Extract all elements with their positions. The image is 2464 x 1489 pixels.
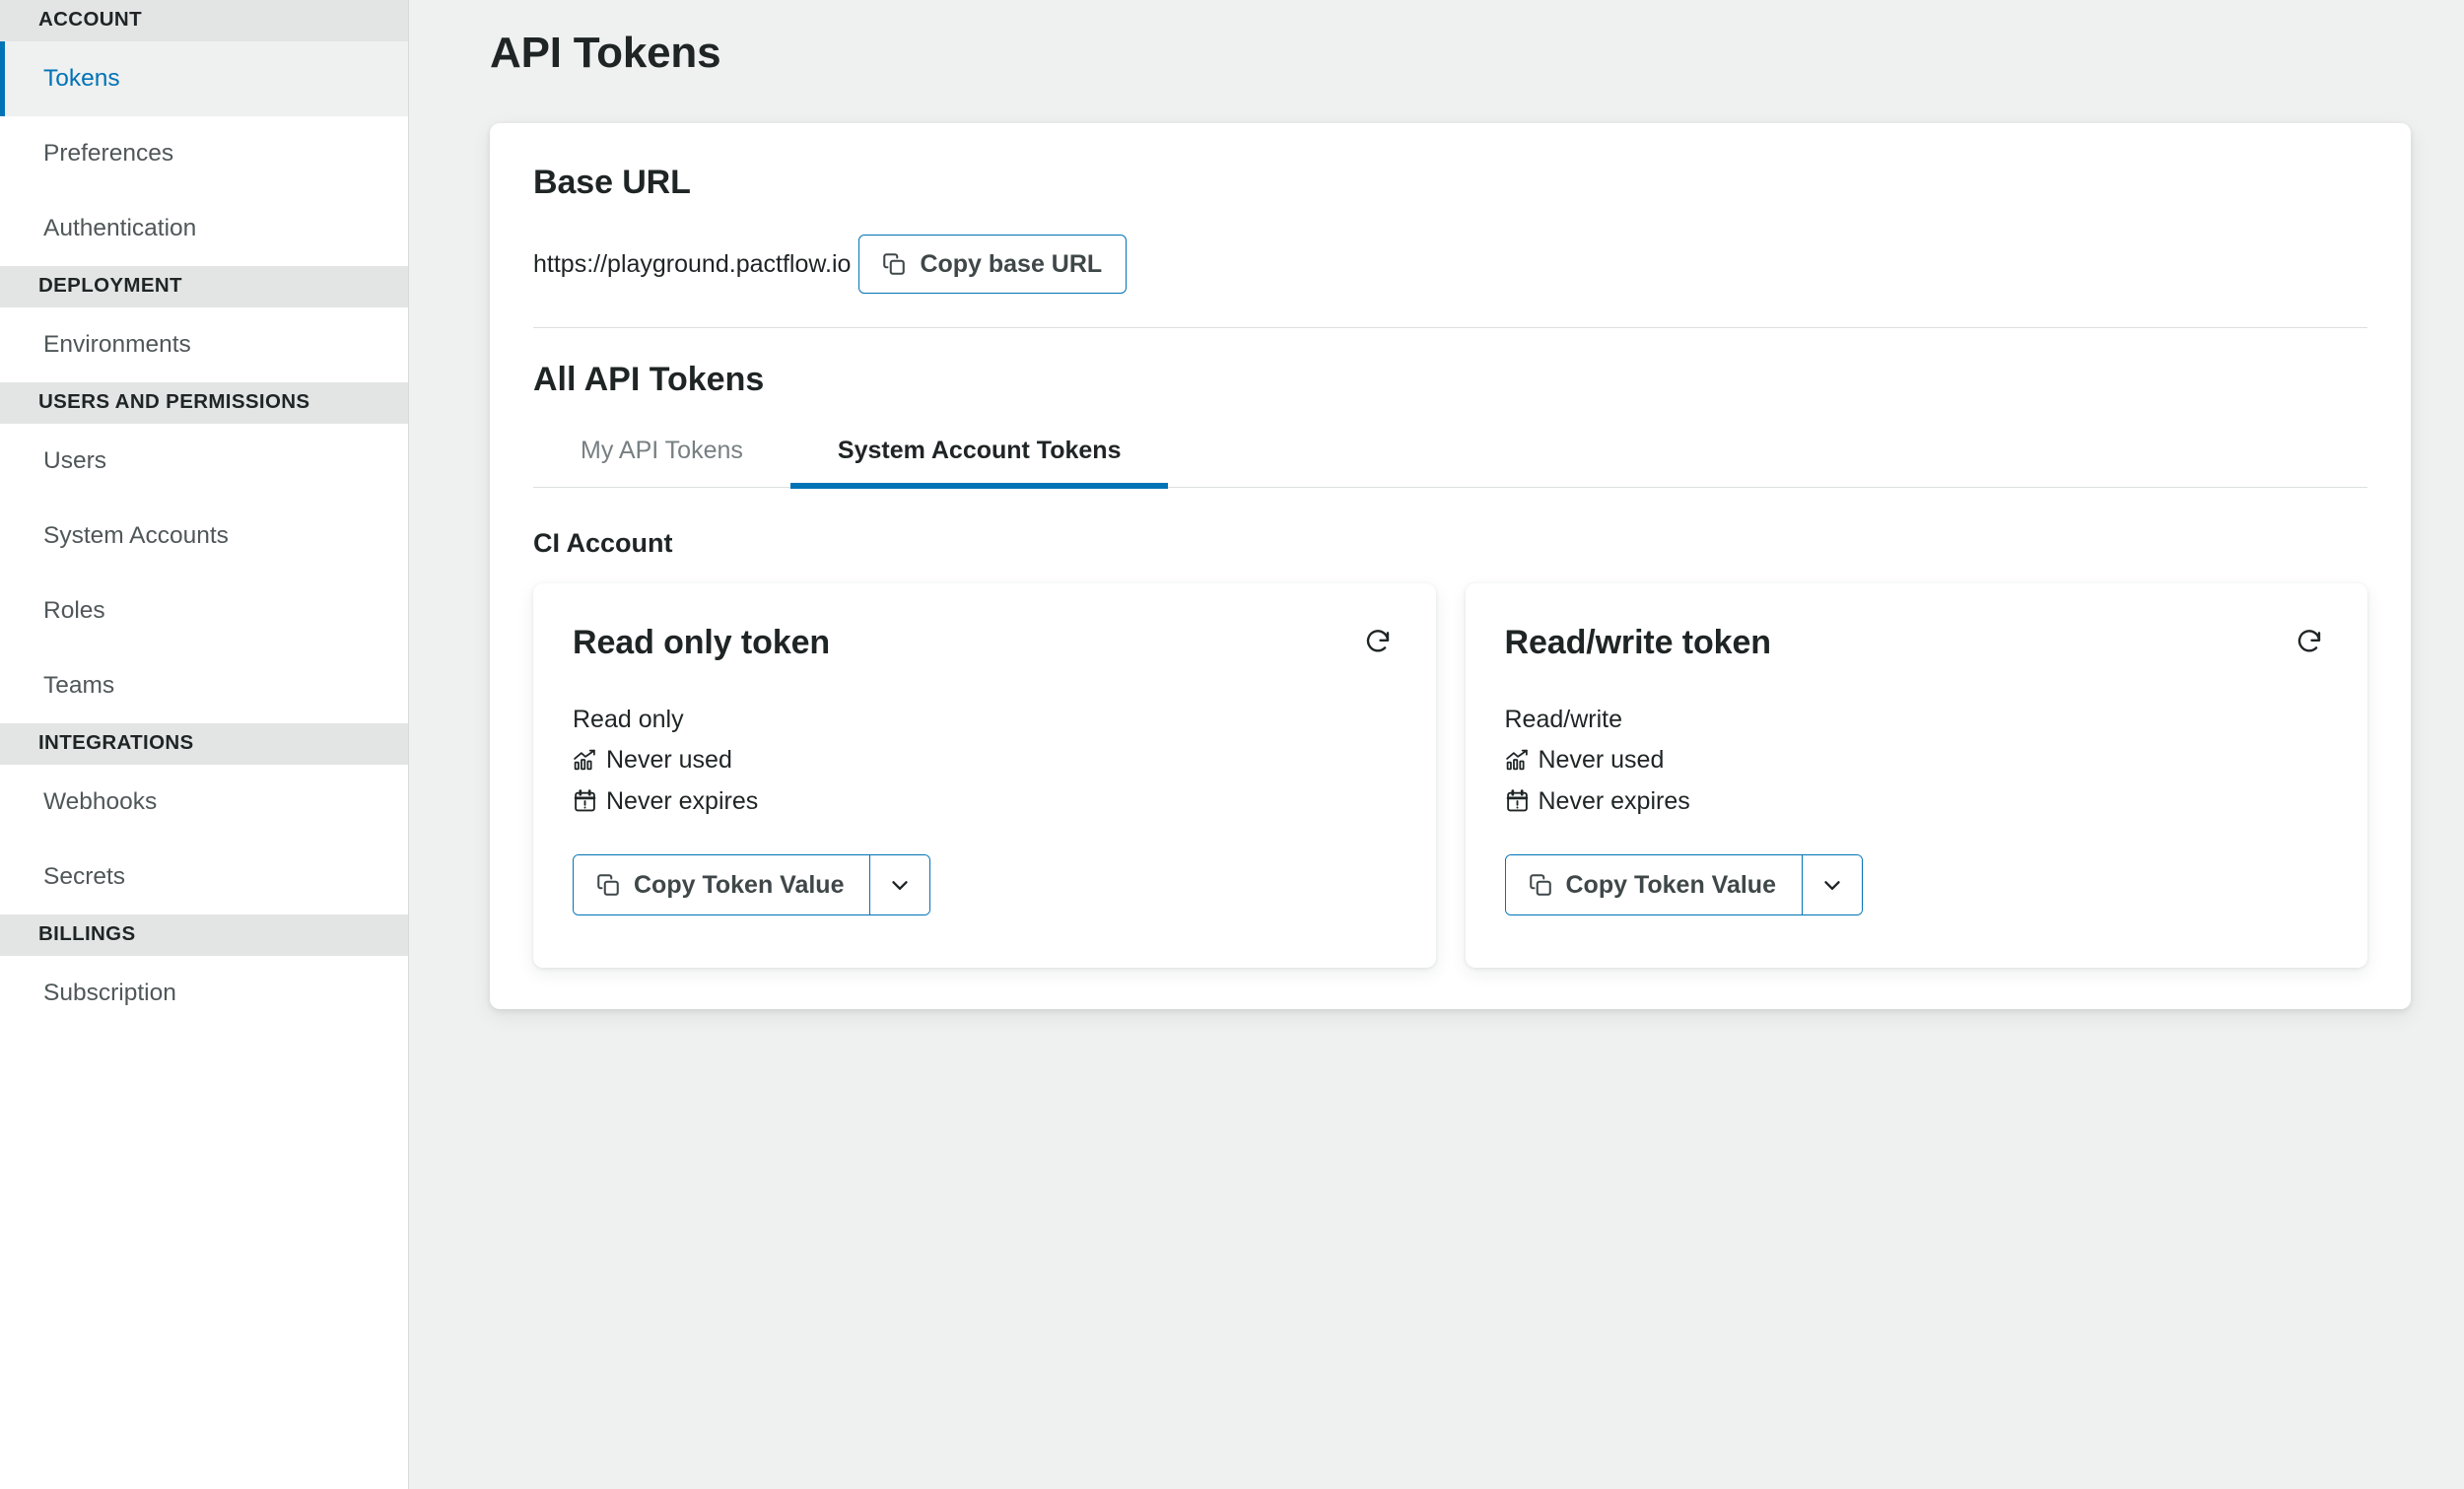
token-title: Read/write token [1504, 623, 1772, 661]
chevron-down-icon [887, 872, 913, 898]
regenerate-token-button[interactable] [1359, 623, 1397, 660]
token-usage-line: Never used [573, 745, 1397, 776]
token-permission-line: Read/write [1505, 705, 2329, 735]
tab-label: System Account Tokens [837, 436, 1122, 464]
token-expiry-line: Never expires [573, 786, 1397, 817]
token-usage: Never used [606, 746, 732, 775]
sidebar-item-authentication[interactable]: Authentication [0, 191, 408, 266]
all-api-tokens-heading: All API Tokens [533, 361, 765, 399]
regenerate-token-button[interactable] [2291, 623, 2328, 660]
copy-icon [595, 872, 621, 898]
base-url-row: https://playground.pactflow.io Copy base… [533, 234, 2367, 294]
sidebar-section-header-integrations: INTEGRATIONS [0, 723, 408, 765]
copy-token-split-button: Copy Token Value [1504, 854, 1863, 916]
token-expiry-line: Never expires [1505, 786, 2329, 817]
sidebar-item-label: System Accounts [43, 522, 229, 549]
sidebar-item-webhooks[interactable]: Webhooks [0, 765, 408, 840]
token-card-header: Read/write token [1505, 623, 2329, 663]
sidebar-item-users[interactable]: Users [0, 424, 408, 499]
sidebar-item-label: Preferences [43, 140, 174, 167]
calendar-alert-icon [1505, 788, 1530, 813]
copy-icon [881, 251, 907, 277]
section-divider [533, 326, 2367, 329]
token-permission: Read only [573, 705, 684, 733]
sidebar-item-label: Roles [43, 597, 105, 624]
refresh-icon [2294, 627, 2324, 656]
token-usage: Never used [1538, 746, 1665, 775]
token-permission-line: Read only [573, 705, 1397, 735]
tokens-panel: Base URL https://playground.pactflow.io … [490, 122, 2411, 1009]
refresh-icon [1363, 627, 1393, 656]
token-usage-line: Never used [1505, 745, 2329, 776]
sidebar-item-label: Authentication [43, 215, 197, 241]
sidebar-item-teams[interactable]: Teams [0, 648, 408, 723]
main-content: API Tokens Base URL https://playground.p… [409, 0, 2464, 1489]
sidebar-item-label: Teams [43, 672, 115, 699]
copy-base-url-button[interactable]: Copy base URL [858, 234, 1128, 294]
sidebar-item-preferences[interactable]: Preferences [0, 116, 408, 191]
copy-token-value-label: Copy Token Value [1565, 871, 1776, 900]
chevron-down-icon [1819, 872, 1845, 898]
token-meta: Read/write Never used Never expires [1505, 705, 2329, 817]
token-card: Read/write token Read/write Never used N… [1465, 582, 2367, 968]
sidebar-item-label: Tokens [43, 65, 120, 92]
token-tabs: My API Tokens System Account Tokens [533, 426, 2367, 489]
token-title: Read only token [573, 623, 831, 661]
sidebar-section-header-billings: BILLINGS [0, 914, 408, 956]
sidebar-section-header-account: ACCOUNT [0, 0, 408, 41]
sidebar-section-header-users-and-permissions: USERS AND PERMISSIONS [0, 382, 408, 424]
base-url-value: https://playground.pactflow.io [533, 249, 852, 278]
sidebar-item-label: Environments [43, 331, 191, 358]
sidebar-item-label: Users [43, 447, 106, 474]
copy-icon [1528, 872, 1553, 898]
token-expiry: Never expires [1538, 786, 1690, 815]
token-meta: Read only Never used Never expires [573, 705, 1397, 817]
sidebar-section-header-deployment: DEPLOYMENT [0, 266, 408, 307]
copy-token-value-button[interactable]: Copy Token Value [574, 855, 871, 915]
sidebar-item-system-accounts[interactable]: System Accounts [0, 499, 408, 574]
tab-label: My API Tokens [581, 436, 743, 464]
account-name: CI Account [533, 528, 673, 559]
analytics-chart-icon [1505, 748, 1530, 773]
sidebar-item-roles[interactable]: Roles [0, 574, 408, 648]
sidebar-item-label: Subscription [43, 980, 176, 1006]
token-card-header: Read only token [573, 623, 1397, 663]
sidebar-item-label: Webhooks [43, 788, 158, 815]
base-url-heading: Base URL [533, 163, 691, 201]
tab-my-api-tokens[interactable]: My API Tokens [533, 426, 790, 489]
copy-token-split-button: Copy Token Value [573, 854, 931, 916]
token-expiry: Never expires [606, 786, 759, 815]
copy-base-url-label: Copy base URL [920, 249, 1103, 278]
token-card: Read only token Read only Never used Nev… [533, 582, 1436, 968]
calendar-alert-icon [573, 788, 597, 813]
sidebar-item-environments[interactable]: Environments [0, 307, 408, 382]
copy-token-value-button[interactable]: Copy Token Value [1505, 855, 1803, 915]
token-card-grid: Read only token Read only Never used Nev… [533, 582, 2367, 968]
tab-system-account-tokens[interactable]: System Account Tokens [789, 426, 1169, 489]
app-root: ACCOUNT Tokens Preferences Authenticatio… [0, 0, 2464, 1489]
page-title: API Tokens [490, 29, 721, 77]
token-permission: Read/write [1504, 705, 1623, 733]
copy-token-dropdown-button[interactable] [1802, 855, 1862, 915]
copy-token-value-label: Copy Token Value [634, 871, 845, 900]
sidebar-item-secrets[interactable]: Secrets [0, 840, 408, 914]
sidebar-item-subscription[interactable]: Subscription [0, 956, 408, 1031]
sidebar-item-tokens[interactable]: Tokens [0, 41, 408, 116]
sidebar-item-label: Secrets [43, 863, 126, 890]
copy-token-dropdown-button[interactable] [870, 855, 930, 915]
analytics-chart-icon [573, 748, 597, 773]
sidebar: ACCOUNT Tokens Preferences Authenticatio… [0, 0, 409, 1489]
